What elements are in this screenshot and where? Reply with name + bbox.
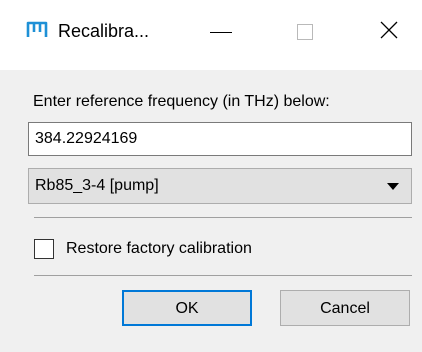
divider-bottom — [34, 275, 412, 276]
divider-top — [34, 217, 412, 218]
reference-select[interactable]: Rb85_3-4 [pump] — [28, 168, 412, 204]
close-button[interactable] — [366, 10, 412, 54]
minimize-icon — [210, 31, 232, 33]
restore-factory-label[interactable]: Restore factory calibration — [66, 238, 252, 260]
cancel-button[interactable]: Cancel — [280, 290, 410, 326]
frequency-prompt: Enter reference frequency (in THz) below… — [33, 93, 330, 110]
ok-button[interactable]: OK — [122, 290, 252, 326]
minimize-button[interactable] — [198, 10, 244, 54]
title-bar[interactable]: Recalibra... — [0, 0, 422, 70]
dropdown-arrow-icon — [387, 183, 399, 190]
maximize-icon — [297, 24, 313, 40]
maximize-button[interactable] — [282, 10, 328, 54]
app-logo-icon — [26, 20, 48, 38]
restore-factory-checkbox[interactable] — [34, 239, 54, 259]
close-icon — [380, 21, 398, 44]
frequency-input[interactable] — [28, 122, 412, 156]
reference-select-value: Rb85_3-4 [pump] — [35, 177, 159, 194]
window-title: Recalibra... — [58, 21, 150, 41]
